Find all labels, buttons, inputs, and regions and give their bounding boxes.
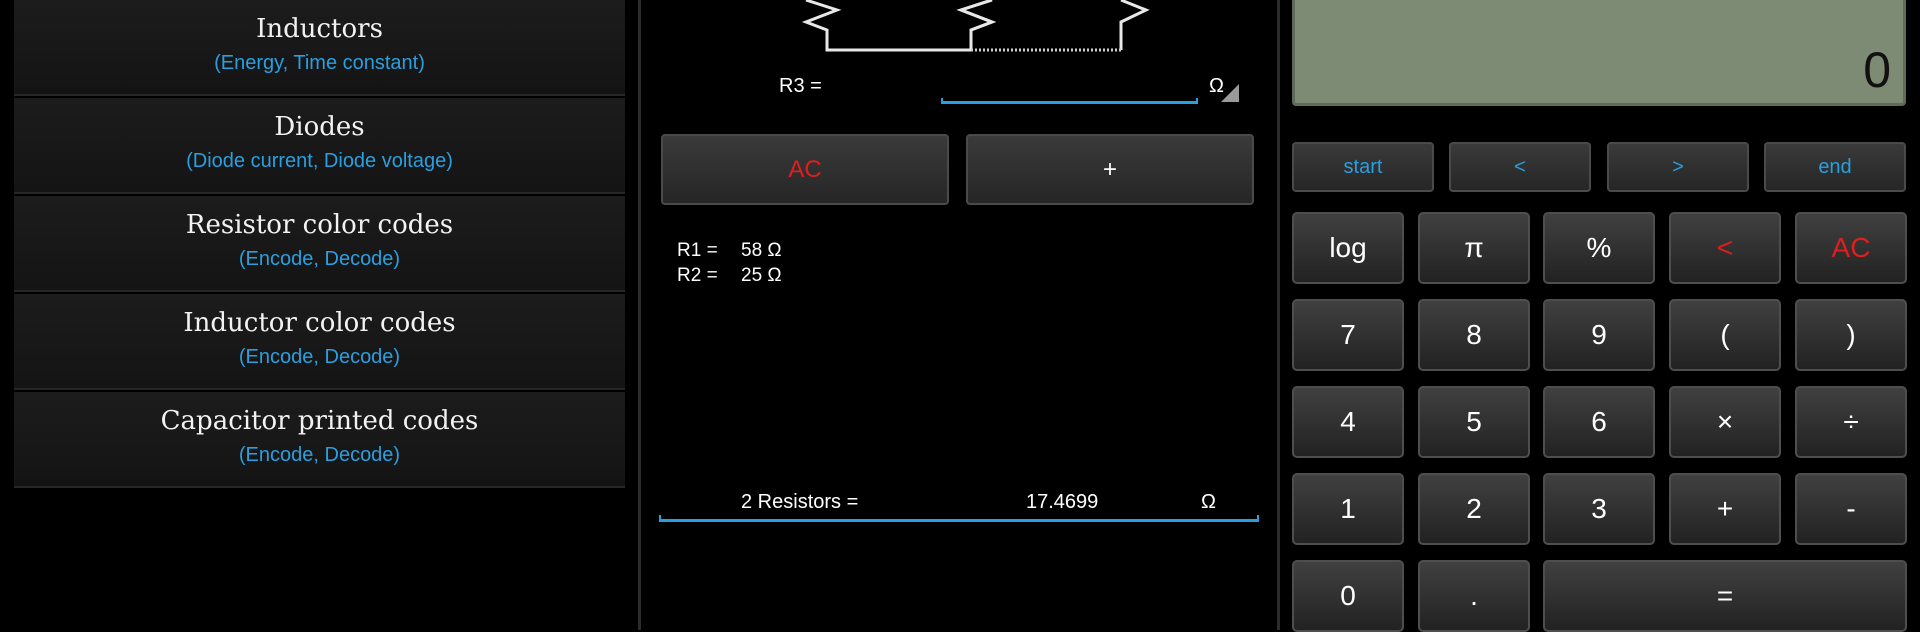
equals-key[interactable]: = — [1543, 560, 1907, 632]
calculator-panel: 0 start < > end log π % < AC 7 8 9 ( ) 4… — [1280, 0, 1920, 632]
list-item-inductors[interactable]: Inductors (Energy, Time constant) — [14, 0, 625, 96]
list-item-diodes[interactable]: Diodes (Diode current, Diode voltage) — [14, 98, 625, 194]
list-item-subtitle: (Encode, Decode) — [238, 248, 401, 270]
result-label: 2 Resistors = — [741, 491, 859, 513]
cursor-end-button[interactable]: end — [1764, 142, 1906, 192]
calculator-menu-list: Inductors (Energy, Time constant) Diodes… — [0, 0, 638, 630]
display-value: 0 — [1863, 42, 1891, 98]
digit-3-key[interactable]: 3 — [1543, 473, 1655, 545]
divide-key[interactable]: ÷ — [1795, 386, 1907, 458]
close-paren-key[interactable]: ) — [1795, 299, 1907, 371]
resistor-name: R2 = — [677, 265, 718, 286]
list-item-title: Resistor color codes — [185, 210, 454, 240]
list-item-subtitle: (Energy, Time constant) — [214, 52, 425, 74]
list-item-subtitle: (Encode, Decode) — [238, 346, 401, 368]
plus-key[interactable]: + — [1669, 473, 1781, 545]
minus-key[interactable]: - — [1795, 473, 1907, 545]
list-item-subtitle: (Diode current, Diode voltage) — [186, 150, 453, 172]
all-clear-key[interactable]: AC — [1795, 212, 1907, 284]
digit-2-key[interactable]: 2 — [1418, 473, 1530, 545]
cursor-left-button[interactable]: < — [1449, 142, 1591, 192]
backspace-key[interactable]: < — [1669, 212, 1781, 284]
pi-key[interactable]: π — [1418, 212, 1530, 284]
digit-8-key[interactable]: 8 — [1418, 299, 1530, 371]
log-key[interactable]: log — [1292, 212, 1404, 284]
r3-label: R3 = — [779, 75, 822, 97]
list-item-title: Inductor color codes — [183, 308, 456, 338]
list-item-inductor-color-codes[interactable]: Inductor color codes (Encode, Decode) — [14, 294, 625, 390]
cursor-start-button[interactable]: start — [1292, 142, 1434, 192]
list-item-resistor-color-codes[interactable]: Resistor color codes (Encode, Decode) — [14, 196, 625, 292]
digit-4-key[interactable]: 4 — [1292, 386, 1404, 458]
digit-5-key[interactable]: 5 — [1418, 386, 1530, 458]
digit-0-key[interactable]: 0 — [1292, 560, 1404, 632]
list-item-subtitle: (Encode, Decode) — [238, 444, 401, 466]
result-value: 17.4699 — [1026, 491, 1099, 513]
digit-7-key[interactable]: 7 — [1292, 299, 1404, 371]
decimal-key[interactable]: . — [1418, 560, 1530, 632]
cursor-right-button[interactable]: > — [1607, 142, 1749, 192]
list-item: R1 = 58 Ω — [677, 240, 782, 262]
calculator-display: 0 — [1292, 0, 1906, 106]
list-item-title: Diodes — [274, 112, 365, 142]
result-unit: Ω — [1201, 491, 1216, 513]
r3-input-underline — [941, 98, 1198, 104]
add-resistor-button[interactable]: + — [966, 134, 1254, 205]
parallel-resistors-panel: R3 = Ω AC + R1 = 58 Ω R2 = 25 Ω 2 Resistor… — [641, 0, 1277, 630]
open-paren-key[interactable]: ( — [1669, 299, 1781, 371]
list-item-capacitor-printed-codes[interactable]: Capacitor printed codes (Encode, Decode) — [14, 392, 625, 488]
multiply-key[interactable]: × — [1669, 386, 1781, 458]
resistor-value: 25 Ω — [741, 265, 782, 286]
digit-6-key[interactable]: 6 — [1543, 386, 1655, 458]
list-item-title: Inductors — [256, 14, 383, 44]
percent-key[interactable]: % — [1543, 212, 1655, 284]
resistor-value: 58 Ω — [741, 240, 782, 261]
digit-1-key[interactable]: 1 — [1292, 473, 1404, 545]
resistor-circuit-diagram — [801, 0, 1150, 52]
r3-input[interactable] — [941, 70, 1198, 102]
unit-dropdown-corner-icon[interactable] — [1221, 84, 1239, 102]
clear-all-button[interactable]: AC — [661, 134, 949, 205]
resistor-name: R1 = — [677, 240, 718, 261]
list-item: R2 = 25 Ω — [677, 265, 782, 287]
result-underline — [659, 515, 1259, 522]
list-item-title: Capacitor printed codes — [160, 406, 479, 436]
digit-9-key[interactable]: 9 — [1543, 299, 1655, 371]
